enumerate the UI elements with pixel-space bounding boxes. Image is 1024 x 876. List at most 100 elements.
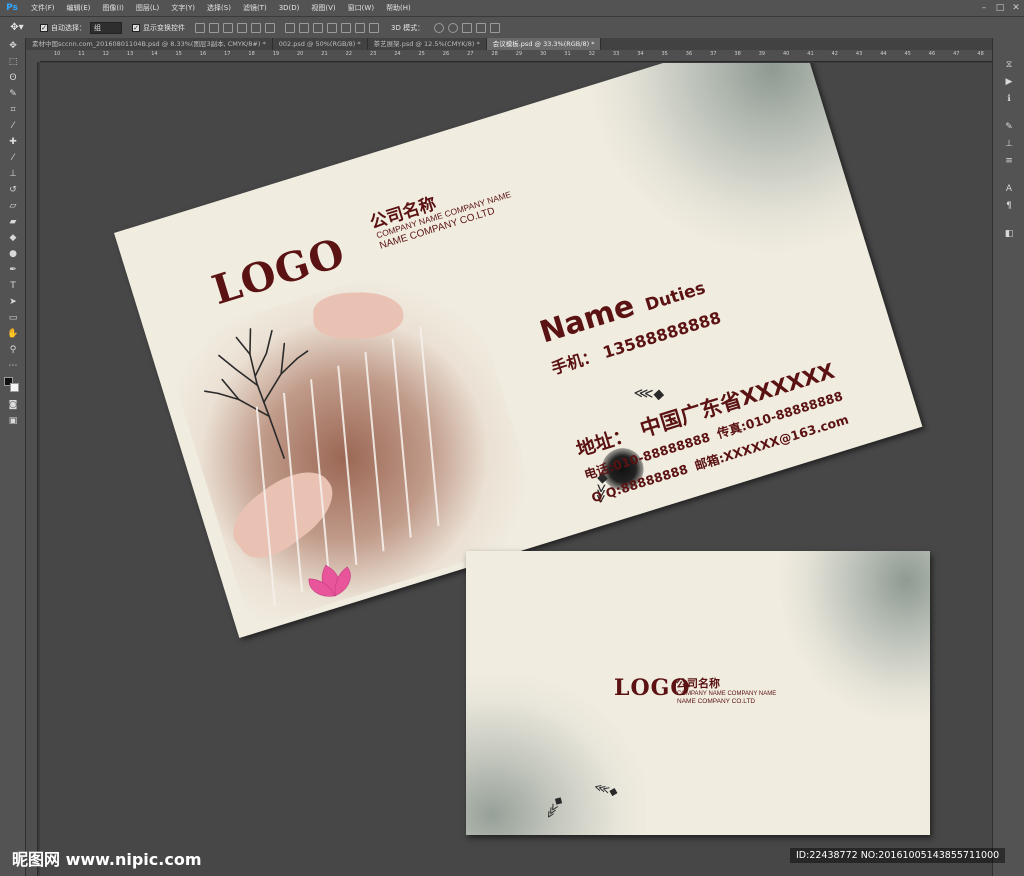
ruler-tick-label: 14 <box>151 51 158 57</box>
maximize-icon[interactable]: □ <box>994 2 1006 14</box>
menu-type[interactable]: 文字(Y) <box>165 3 201 13</box>
3d-panel-icon[interactable]: ◧ <box>999 227 1019 241</box>
pen-tool-icon[interactable]: ✒ <box>2 263 24 278</box>
company-name-cn: 公司名称 <box>676 677 720 690</box>
distribute-left-icon[interactable] <box>327 22 337 33</box>
quick-mask-icon[interactable]: ◙ <box>2 398 24 413</box>
align-top-icon[interactable] <box>195 22 205 33</box>
ink-wash-decoration <box>780 551 930 721</box>
ruler-tick-label: 37 <box>710 51 717 57</box>
minimize-icon[interactable]: – <box>978 2 990 14</box>
history-brush-tool-icon[interactable]: ↺ <box>2 183 24 198</box>
screen-mode-icon[interactable]: ▣ <box>2 414 24 429</box>
orbit-3d-icon[interactable] <box>434 22 445 33</box>
distribute-center-icon[interactable] <box>341 22 351 33</box>
ruler-tick-label: 31 <box>564 51 571 57</box>
menu-file[interactable]: 文件(F) <box>25 3 61 13</box>
show-transform-label: 显示变换控件 <box>143 23 185 32</box>
marquee-tool-icon[interactable]: ⬚ <box>2 55 24 70</box>
ruler-tick-label: 41 <box>807 51 814 57</box>
type-tool-icon[interactable]: T <box>2 279 24 294</box>
document-tabs: 素材中国sccnn.com_20160801104B.psd @ 8.33%(图… <box>26 38 992 50</box>
eyedropper-tool-icon[interactable]: ⁄ <box>2 119 24 134</box>
actions-panel-icon[interactable]: ▶ <box>999 75 1019 89</box>
shape-tool-icon[interactable]: ▭ <box>2 311 24 326</box>
background-color-swatch[interactable] <box>10 383 19 392</box>
ruler-tick-label: 34 <box>637 51 644 57</box>
distribute-right-icon[interactable] <box>355 22 365 33</box>
scale-3d-icon[interactable] <box>490 22 501 33</box>
menu-image[interactable]: 图像(I) <box>96 3 130 13</box>
move-tool-preset-icon[interactable]: ✥▾ <box>4 20 30 36</box>
auto-align-icon[interactable] <box>369 22 379 33</box>
slide-3d-icon[interactable] <box>476 22 487 33</box>
document-canvas[interactable]: ⋘◆ ⋘◆ LOGO 公司名称 COMPANY NAME COMPANY NAM… <box>40 63 992 876</box>
path-select-tool-icon[interactable]: ➤ <box>2 295 24 310</box>
auto-select-checkbox[interactable]: ✓ <box>40 23 48 32</box>
hand-tool-icon[interactable]: ✋ <box>2 327 24 342</box>
zoom-tool-icon[interactable]: ⚲ <box>2 343 24 358</box>
menu-filter[interactable]: 滤镜(T) <box>237 3 273 13</box>
ruler-tick-label: 38 <box>734 51 741 57</box>
align-center-icon[interactable] <box>251 22 261 33</box>
brush-tool-icon[interactable]: ⁄ <box>2 151 24 166</box>
tab-doc-active[interactable]: 会议模板.psd @ 33.3%(RGB/8) * <box>486 38 602 50</box>
distribute-buttons <box>285 22 379 33</box>
blur-tool-icon[interactable]: ◆ <box>2 231 24 246</box>
menu-view[interactable]: 视图(V) <box>305 3 341 13</box>
roll-3d-icon[interactable] <box>448 22 459 33</box>
gradient-tool-icon[interactable]: ▰ <box>2 215 24 230</box>
dodge-tool-icon[interactable]: ● <box>2 247 24 262</box>
close-icon[interactable]: ✕ <box>1010 2 1022 14</box>
tab-doc-3[interactable]: 茶艺展架.psd @ 12.5%(CMYK/8) * <box>368 38 487 50</box>
crop-tool-icon[interactable]: ⌗ <box>2 103 24 118</box>
align-bottom-icon[interactable] <box>223 22 233 33</box>
show-transform-checkbox[interactable]: ✓ <box>132 23 140 32</box>
eraser-tool-icon[interactable]: ▱ <box>2 199 24 214</box>
menu-3d[interactable]: 3D(D) <box>273 4 306 12</box>
ruler-tick-label: 25 <box>418 51 425 57</box>
vertical-ruler[interactable] <box>26 62 38 876</box>
tab-doc-2[interactable]: 002.psd @ 50%(RGB/8) * <box>273 38 368 50</box>
quick-select-tool-icon[interactable]: ✎ <box>2 87 24 102</box>
distribute-middle-icon[interactable] <box>299 22 309 33</box>
align-right-icon[interactable] <box>265 22 275 33</box>
align-buttons <box>195 22 275 33</box>
3d-mode-buttons <box>434 22 501 33</box>
history-panel-icon[interactable]: ⧖ <box>999 58 1019 72</box>
ruler-tick-label: 19 <box>272 51 280 57</box>
lasso-tool-icon[interactable]: ʘ <box>2 71 24 86</box>
auto-select-dropdown[interactable]: 组 <box>90 21 122 34</box>
distribute-top-icon[interactable] <box>285 22 295 33</box>
align-middle-icon[interactable] <box>209 22 219 33</box>
clone-source-panel-icon[interactable]: ⊥ <box>999 137 1019 151</box>
brush-panel-icon[interactable]: ✎ <box>999 120 1019 134</box>
move-tool-icon[interactable]: ✥ <box>2 39 24 54</box>
menu-layer[interactable]: 图层(L) <box>130 3 165 13</box>
menu-edit[interactable]: 编辑(E) <box>61 3 97 13</box>
ruler-tick-label: 24 <box>394 51 401 57</box>
ruler-tick-label: 35 <box>661 51 668 57</box>
distribute-bottom-icon[interactable] <box>313 22 323 33</box>
tab-doc-1[interactable]: 素材中国sccnn.com_20160801104B.psd @ 8.33%(图… <box>26 38 273 50</box>
color-swatches <box>0 375 25 397</box>
paragraph-panel-icon[interactable]: ¶ <box>999 199 1019 213</box>
menu-window[interactable]: 窗口(W) <box>342 3 380 13</box>
more-tools-icon[interactable]: ⋯ <box>2 359 24 374</box>
ruler-tick-label: 42 <box>831 51 838 57</box>
align-left-icon[interactable] <box>237 22 247 33</box>
ruler-tick-label: 16 <box>199 51 207 57</box>
character-panel-icon[interactable]: A <box>999 182 1019 196</box>
options-bar: ✥▾ ✓ 自动选择： 组 ✓ 显示变换控件 3D 模式： <box>0 16 1024 38</box>
clone-stamp-tool-icon[interactable]: ⊥ <box>2 167 24 182</box>
healing-brush-tool-icon[interactable]: ✚ <box>2 135 24 150</box>
tools-panel: ✥ ⬚ ʘ ✎ ⌗ ⁄ ✚ ⁄ ⊥ ↺ ▱ ▰ ◆ ● ✒ T ➤ ▭ ✋ ⚲ … <box>0 38 26 876</box>
info-panel-icon[interactable]: ℹ <box>999 92 1019 106</box>
ruler-tick-label: 29 <box>515 51 523 57</box>
business-card-back[interactable]: ⋘◆ ⋘◆ LOGO 公司名称 COMPANY NAME COMPANY NAM… <box>466 551 930 835</box>
pan-3d-icon[interactable] <box>462 22 473 33</box>
horizontal-ruler[interactable]: 10 11 12 13 14 15 16 17 18 19 20 21 22 23 24 25 26 27 28 29… <box>40 50 992 62</box>
brush-presets-panel-icon[interactable]: ≡ <box>999 154 1019 168</box>
menu-select[interactable]: 选择(S) <box>201 3 237 13</box>
menu-help[interactable]: 帮助(H) <box>380 3 417 13</box>
